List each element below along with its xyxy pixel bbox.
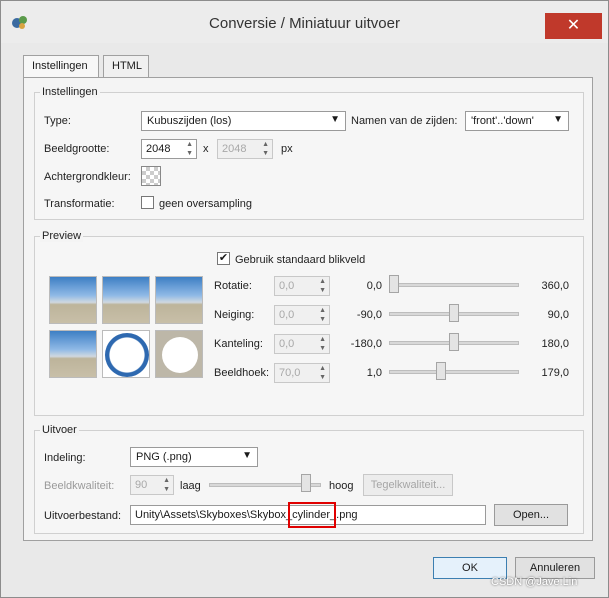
tab-html[interactable]: HTML [103,55,149,77]
spin-arrows-icon: ▲ ▼ [319,336,326,352]
settings-group-title: Instellingen [40,86,100,98]
chevron-down-icon: ▼ [242,450,252,461]
title-bar: Conversie / Miniatuur uitvoer ✕ [1,1,608,43]
preview-row-max: 179,0 [541,367,569,379]
dialog-window: Conversie / Miniatuur uitvoer ✕ Instelli… [0,0,609,598]
preview-thumb-up [102,330,150,378]
width-value: 2048 [146,143,171,155]
preview-row-slider[interactable] [389,370,519,374]
close-button[interactable]: ✕ [545,13,602,39]
spin-arrows-icon: ▲ ▼ [319,365,326,381]
preview-row-min: 1,0 [366,367,382,379]
quality-slider-thumb [301,474,311,492]
std-view-label: Gebruik standaard blikveld [235,254,366,266]
tab-instellingen[interactable]: Instellingen [23,55,99,78]
file-label: Uitvoerbestand: [44,510,122,522]
quality-value: 90 [135,479,148,491]
preview-row-value: 0,0 [279,309,295,321]
width-spinbox[interactable]: 2048 ▲ ▼ [141,139,197,159]
names-value: 'front'..'down' [471,115,534,127]
preview-row-spinbox: 0,0 ▲ ▼ [274,334,330,354]
preview-row-label: Neiging: [214,309,255,321]
height-spinbox: 2048 ▲ ▼ [217,139,273,159]
transform-label: Transformatie: [44,198,115,210]
chevron-down-icon: ▼ [330,114,340,125]
preview-row-value: 0,0 [279,338,295,350]
preview-group-title: Preview [40,230,84,242]
preview-row-min: 0,0 [366,280,382,292]
preview-row-value: 70,0 [279,367,301,379]
preview-thumb-back [155,276,203,324]
size-unit: px [281,143,293,155]
tab-label: HTML [112,60,142,72]
open-button[interactable]: Open... [494,504,568,526]
preview-thumb-left [49,330,97,378]
highlight-box [288,502,336,528]
quality-high-label: hoog [329,480,354,492]
preview-row-min: -180,0 [350,338,382,350]
spin-arrows-icon: ▲ ▼ [262,141,269,157]
std-view-checkbox[interactable]: ✔ [217,252,230,265]
preview-row-max: 360,0 [541,280,569,292]
spin-arrows-icon[interactable]: ▲ ▼ [186,140,193,158]
preview-thumb-front [49,276,97,324]
preview-row-max: 180,0 [541,338,569,350]
window-title: Conversie / Miniatuur uitvoer [209,15,400,32]
chevron-down-icon: ▼ [553,114,563,125]
check-icon: ✔ [218,252,229,264]
spin-arrows-icon: ▲ ▼ [319,278,326,294]
names-dropdown[interactable]: 'front'..'down' ▼ [465,111,569,131]
type-label: Type: [44,115,71,127]
watermark: CSDN @Jave.Lin [491,576,578,588]
format-dropdown[interactable]: PNG (.png) ▼ [130,447,258,467]
preview-row-slider-thumb[interactable] [449,304,459,322]
height-value: 2048 [222,143,247,155]
tile-quality-button: Tegelkwaliteit... [363,474,453,496]
quality-label: Beeldkwaliteit: [44,480,115,492]
oversampling-label: geen oversampling [159,198,252,210]
tab-label: Instellingen [32,60,88,72]
output-group-title: Uitvoer [40,424,79,436]
oversampling-checkbox[interactable] [141,196,154,209]
preview-row-label: Beeldhoek: [214,367,270,379]
quality-spinbox: 90 ▲ ▼ [130,475,174,495]
preview-row-min: -90,0 [356,309,382,321]
format-value: PNG (.png) [136,451,192,463]
bg-color-label: Achtergrondkleur: [44,171,131,183]
close-icon: ✕ [566,17,581,34]
preview-thumb-down [155,330,203,378]
size-label: Beeldgrootte: [44,143,110,155]
quality-low-label: laag [180,480,201,492]
format-label: Indeling: [44,452,86,464]
preview-row-spinbox: 70,0 ▲ ▼ [274,363,330,383]
settings-panel: Instellingen Type: Kubuszijden (los) ▼ N… [23,77,593,541]
names-label: Namen van de zijden: [351,115,458,127]
preview-row-label: Rotatie: [214,280,252,292]
spin-arrows-icon: ▲ ▼ [319,307,326,323]
size-times: x [203,143,209,155]
preview-row-label: Kanteling: [214,338,263,350]
preview-row-spinbox: 0,0 ▲ ▼ [274,276,330,296]
preview-row-slider-thumb[interactable] [436,362,446,380]
preview-row-slider-thumb[interactable] [449,333,459,351]
preview-row-value: 0,0 [279,280,295,292]
type-dropdown[interactable]: Kubuszijden (los) ▼ [141,111,346,131]
preview-row-spinbox: 0,0 ▲ ▼ [274,305,330,325]
bg-color-swatch[interactable] [141,166,161,186]
type-value: Kubuszijden (los) [147,115,232,127]
preview-thumb-right [102,276,150,324]
preview-row-slider[interactable] [389,283,519,287]
preview-row-slider-thumb[interactable] [389,275,399,293]
preview-row-max: 90,0 [547,309,569,321]
spin-arrows-icon: ▲ ▼ [163,477,170,493]
